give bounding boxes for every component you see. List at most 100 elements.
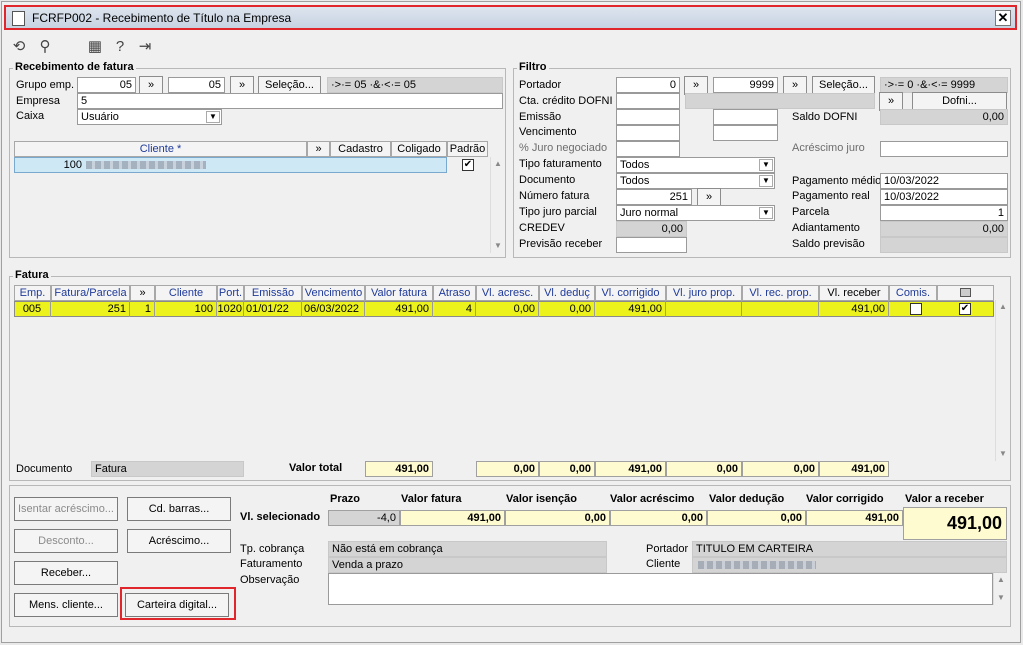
vencimento-to-field[interactable] [713, 125, 778, 141]
juro-negociado-field[interactable] [616, 141, 680, 157]
cd-barras-button[interactable]: Cd. barras... [127, 497, 231, 521]
caixa-dropdown-icon[interactable]: ▼ [206, 111, 220, 123]
total-corrigido: 491,00 [595, 461, 666, 477]
cell-emissao: 01/01/22 [244, 301, 302, 317]
desconto-button[interactable]: Desconto... [14, 529, 118, 553]
total-valor-fatura: 491,00 [365, 461, 433, 477]
col-padrao[interactable]: Padrão [447, 141, 488, 157]
previsao-receber-field[interactable] [616, 237, 687, 253]
col-vl-deduc[interactable]: Vl. deduç [539, 285, 595, 301]
carteira-digital-button[interactable]: Carteira digital... [125, 593, 229, 617]
saldo-dofni-label: Saldo DOFNI [792, 111, 858, 123]
cell-deduc: 0,00 [539, 301, 595, 317]
col-coligado[interactable]: Coligado [391, 141, 447, 157]
portador-to-field[interactable]: 9999 [713, 77, 778, 93]
caixa-label: Caixa [16, 110, 45, 122]
observacao-scrollbar[interactable]: ▲ ▼ [993, 573, 1007, 605]
cliente-scrollbar[interactable]: ▲ ▼ [490, 157, 504, 253]
saldo-previsao-field [880, 237, 1008, 253]
document-icon [12, 11, 25, 26]
pagamento-real-field[interactable]: 10/03/2022 [880, 189, 1008, 205]
numero-fatura-field[interactable]: 251 [616, 189, 692, 205]
help-icon[interactable]: ? [111, 38, 129, 56]
vencimento-from-field[interactable] [616, 125, 680, 141]
grupo-emp-from-field[interactable]: 05 [77, 77, 136, 93]
col-arrow[interactable]: » [307, 141, 330, 157]
saldo-previsao-label: Saldo previsão [792, 238, 865, 250]
portador-from-field[interactable]: 0 [616, 77, 680, 93]
col-cliente-fatura[interactable]: Cliente [155, 285, 217, 301]
fatura-scrollbar[interactable]: ▲ ▼ [995, 300, 1009, 461]
parcela-field[interactable]: 1 [880, 205, 1008, 221]
caixa-select[interactable]: Usuário [77, 109, 222, 125]
receber-button[interactable]: Receber... [14, 561, 118, 585]
col-cadastro[interactable]: Cadastro [330, 141, 391, 157]
col-select-all[interactable] [937, 285, 994, 301]
col-vl-acresc[interactable]: Vl. acresc. [476, 285, 539, 301]
cell-parcela: 1 [130, 301, 155, 317]
col-vl-juro-prop[interactable]: Vl. juro prop. [666, 285, 742, 301]
col-cliente[interactable]: Cliente * [14, 141, 307, 157]
emissao-from-field[interactable] [616, 109, 680, 125]
col-emp[interactable]: Emp. [14, 285, 51, 301]
cliente-bottom-redacted [698, 561, 816, 569]
col-emissao[interactable]: Emissão [244, 285, 302, 301]
tipo-faturamento-dropdown-icon[interactable]: ▼ [759, 159, 773, 171]
col-expand[interactable]: » [130, 285, 155, 301]
vl-selecionado-label: Vl. selecionado [240, 511, 321, 523]
cell-vencimento: 06/03/2022 [302, 301, 365, 317]
documento-dropdown-icon[interactable]: ▼ [759, 175, 773, 187]
calendar-icon[interactable]: ▦ [86, 38, 104, 56]
observacao-field[interactable] [328, 573, 993, 605]
grupo-emp-to-field[interactable]: 05 [168, 77, 225, 93]
acrescimo-juro-field[interactable] [880, 141, 1008, 157]
empresa-field[interactable]: 5 [77, 93, 503, 109]
tipo-faturamento-select[interactable]: Todos [616, 157, 775, 173]
select-row-checkbox[interactable]: ✔ [959, 303, 971, 315]
window-title: FCRFP002 - Recebimento de Título na Empr… [32, 11, 292, 25]
emissao-to-field[interactable] [713, 109, 778, 125]
cell-acresc: 0,00 [476, 301, 539, 317]
valor-corrigido-value: 491,00 [806, 510, 903, 526]
credev-label: CREDEV [519, 222, 565, 234]
valor-fatura-value: 491,00 [400, 510, 505, 526]
col-atraso[interactable]: Atraso [433, 285, 476, 301]
search-icon[interactable]: ⚲ [36, 38, 54, 56]
tp-cobranca-field: Não está em cobrança [328, 541, 607, 557]
isentar-acrescimo-button[interactable]: Isentar acréscimo... [14, 497, 118, 521]
col-port[interactable]: Port. [217, 285, 244, 301]
observacao-label: Observação [240, 574, 300, 586]
pagamento-real-label: Pagamento real [792, 190, 870, 202]
adiantamento-field: 0,00 [880, 221, 1008, 237]
tipo-juro-select[interactable]: Juro normal [616, 205, 775, 221]
mens-cliente-button[interactable]: Mens. cliente... [14, 593, 118, 617]
adiantamento-label: Adiantamento [792, 222, 860, 234]
col-vl-rec-prop[interactable]: Vl. rec. prop. [742, 285, 819, 301]
tipo-juro-label: Tipo juro parcial [519, 206, 597, 218]
exit-icon[interactable]: ⇥ [136, 38, 154, 56]
tipo-juro-dropdown-icon[interactable]: ▼ [759, 207, 773, 219]
grupo-emp-label: Grupo emp. [16, 79, 75, 91]
col-comis[interactable]: Comis. [889, 285, 937, 301]
padrao-checkbox[interactable]: ✔ [462, 159, 474, 171]
documento-select[interactable]: Todos [616, 173, 775, 189]
valor-total-label: Valor total [289, 462, 343, 474]
close-button[interactable]: ✕ [995, 10, 1011, 26]
cell-rec-prop [742, 301, 819, 317]
documento-fatura-label: Documento [16, 463, 73, 475]
col-vencimento[interactable]: Vencimento [302, 285, 365, 301]
cta-credito-field[interactable] [616, 93, 680, 109]
col-fatura-parcela[interactable]: Fatura/Parcela [51, 285, 130, 301]
hdr-valor-isencao: Valor isenção [506, 493, 577, 505]
col-vl-corrigido[interactable]: Vl. corrigido [595, 285, 666, 301]
comis-checkbox[interactable] [910, 303, 922, 315]
acrescimo-button[interactable]: Acréscimo... [127, 529, 231, 553]
pagamento-medio-field[interactable]: 10/03/2022 [880, 173, 1008, 189]
fatura-title: Fatura [13, 269, 51, 281]
col-valor-fatura[interactable]: Valor fatura [365, 285, 433, 301]
col-vl-receber[interactable]: Vl. receber [819, 285, 889, 301]
documento-fatura-field: Fatura [91, 461, 244, 477]
hdr-valor-corrigido: Valor corrigido [806, 493, 884, 505]
refresh-icon[interactable]: ⟲ [10, 38, 28, 56]
grupo-summary: ·>·= 05 ·&·<·= 05 [327, 77, 503, 93]
